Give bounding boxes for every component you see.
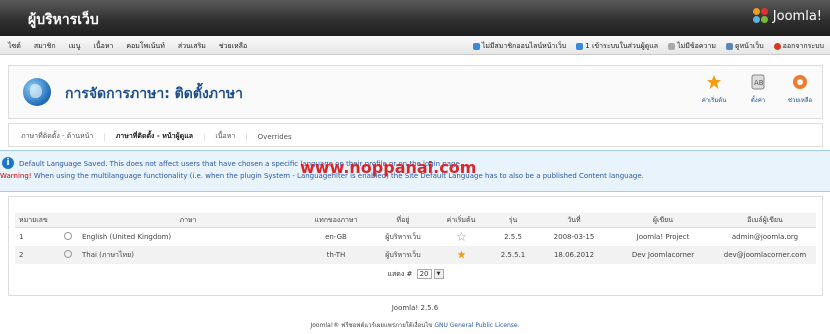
default-button[interactable]: ค่าเริ่มต้น — [699, 74, 729, 105]
col-default: ค่าเริ่มต้น — [432, 213, 490, 228]
monitor-icon — [726, 43, 734, 50]
star-off-icon[interactable] — [456, 231, 466, 241]
tab-separator: | — [245, 132, 248, 141]
menu-bar: ไซต์ สมาชิก เมนู เนื้อหา คอมโพเน้นท์ ส่ว… — [0, 36, 830, 55]
watermark: www.noppanai.com — [300, 158, 477, 177]
tab-separator: | — [203, 132, 206, 141]
col-number: หมายเลข — [15, 213, 58, 228]
svg-text:AB: AB — [754, 79, 764, 87]
languages-table: หมายเลข ภาษา แทกของภาษา ที่อยู่ ค่าเริ่ม… — [15, 213, 816, 264]
menu-site[interactable]: ไซต์ — [8, 41, 21, 52]
joomla-logo-text: Joomla! — [772, 8, 822, 24]
options-button[interactable]: AB ตั้งค่า — [743, 74, 773, 105]
menu-content[interactable]: เนื้อหา — [93, 41, 113, 52]
star-icon — [707, 75, 721, 89]
table-row: 2 Thai (ภาษาไทย) th-TH ผู้บริหารเว็บ 2.5… — [15, 246, 816, 264]
globe-icon — [23, 78, 51, 106]
options-icon: AB — [751, 74, 765, 90]
status-no-online: ไม่มีสมาชิกออนไลน์หน้าเว็บ — [472, 41, 566, 52]
col-tag[interactable]: แทกของภาษา — [298, 213, 374, 228]
license-link[interactable]: GNU General Public License. — [434, 322, 519, 329]
toolbar: การจัดการภาษา: ติดตั้งภาษา ค่าเริ่มต้น A… — [8, 65, 823, 119]
chevron-down-icon[interactable]: ▼ — [433, 269, 444, 279]
logout-link[interactable]: ออกจากระบบ — [773, 41, 824, 52]
languages-table-panel: หมายเลข ภาษา แทกของภาษา ที่อยู่ ค่าเริ่ม… — [8, 196, 823, 296]
pagination-limit: แสดง # 20 ▼ — [9, 269, 822, 280]
help-icon — [793, 75, 807, 89]
row-radio[interactable] — [64, 232, 72, 240]
menu-help[interactable]: ช่วยเหลือ — [219, 41, 247, 52]
table-row: 1 English (United Kingdom) en-GB ผู้บริห… — [15, 227, 816, 246]
row-radio[interactable] — [64, 250, 72, 258]
star-on-icon — [457, 250, 465, 258]
view-site-link[interactable]: ดูหน้าเว็บ — [726, 41, 764, 52]
admin-header: ผู้บริหารเว็บ Joomla! — [0, 0, 830, 36]
tab-separator: | — [103, 132, 106, 141]
pager-label: แสดง # — [387, 270, 413, 278]
tab-installed-site[interactable]: ภาษาที่ติดตั้ง - ด้านหน้า — [21, 131, 93, 142]
tab-overrides[interactable]: Overrides — [258, 133, 292, 141]
site-title: ผู้บริหารเว็บ — [28, 12, 99, 28]
logout-icon — [773, 43, 781, 50]
footer-license: Joomla!® ฟรีซอฟต์แวร์เผยแพร่ภายใต้เงื่อน… — [310, 322, 520, 329]
tab-installed-admin[interactable]: ภาษาที่ติดตั้ง - หน้าผู้ดูแล — [116, 131, 193, 142]
footer-version: Joomla! 2.5.6 — [391, 304, 439, 312]
menu-users[interactable]: สมาชิก — [34, 41, 56, 52]
submenu-tabs: ภาษาที่ติดตั้ง - ด้านหน้า | ภาษาที่ติดตั… — [8, 123, 823, 147]
joomla-logo: Joomla! — [752, 8, 822, 24]
info-icon: i — [2, 157, 14, 169]
menu-menus[interactable]: เมนู — [69, 41, 81, 52]
col-author: ผู้เขียน — [612, 213, 714, 228]
status-admin-online: 1 เข้าระบบในส่วนผู้ดูแล — [576, 41, 658, 52]
col-version: รุ่น — [490, 213, 536, 228]
mail-icon — [668, 43, 676, 50]
help-button[interactable]: ช่วยเหลือ — [785, 74, 815, 105]
col-select — [58, 213, 78, 228]
user-icon — [576, 43, 584, 50]
joomla-logo-icon — [752, 8, 769, 24]
tab-content[interactable]: เนื้อหา — [215, 131, 235, 142]
col-date: วันที่ — [536, 213, 612, 228]
col-language[interactable]: ภาษา — [78, 213, 298, 228]
status-no-mail[interactable]: ไม่มีข้อความ — [668, 41, 716, 52]
menu-extensions[interactable]: ส่วนเสริม — [178, 41, 206, 52]
menu-components[interactable]: คอมโพเน้นท์ — [126, 41, 164, 52]
warning-label: Warning! — [0, 172, 32, 180]
page-title: การจัดการภาษา: ติดตั้งภาษา — [65, 86, 243, 102]
users-icon — [472, 43, 480, 50]
limit-select[interactable]: 20 — [416, 269, 432, 279]
col-location: ที่อยู่ — [374, 213, 432, 228]
col-author-email: อีเมล์ผู้เขียน — [714, 213, 816, 228]
